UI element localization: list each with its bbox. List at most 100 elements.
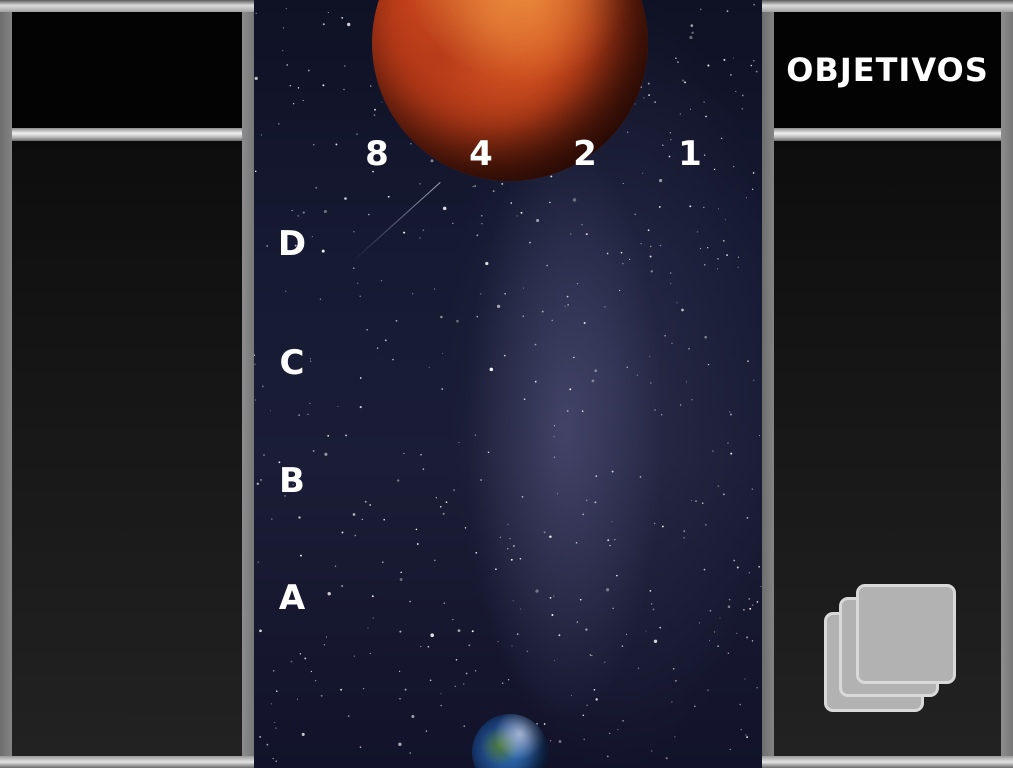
column-label-8: 8 — [365, 134, 389, 174]
star — [716, 268, 719, 270]
star — [400, 571, 402, 574]
star — [553, 456, 556, 458]
card-stack-icon[interactable] — [824, 584, 956, 712]
star — [341, 531, 344, 534]
star — [719, 617, 721, 619]
star — [570, 233, 572, 235]
card-front — [856, 584, 956, 684]
star — [353, 231, 355, 233]
star — [485, 261, 489, 266]
star — [457, 629, 461, 632]
star — [747, 360, 749, 362]
star — [474, 670, 477, 672]
star — [337, 405, 339, 408]
star — [729, 411, 731, 413]
star — [582, 714, 585, 717]
star — [647, 82, 650, 85]
star — [691, 399, 693, 401]
left-panel-body — [12, 141, 242, 756]
star — [320, 694, 323, 697]
star — [507, 523, 509, 525]
star — [573, 356, 575, 359]
star — [595, 475, 598, 477]
star — [430, 633, 434, 637]
star — [707, 363, 710, 366]
star — [612, 607, 614, 610]
star — [373, 114, 376, 117]
objectives-panel-divider — [774, 128, 1001, 141]
star — [704, 336, 707, 339]
star — [622, 182, 624, 185]
star — [634, 103, 636, 105]
star — [387, 195, 390, 198]
space-board[interactable]: 8 4 2 1 D C B A — [254, 0, 762, 768]
star — [543, 723, 546, 725]
star — [671, 701, 673, 703]
star — [722, 493, 725, 496]
star — [616, 574, 618, 577]
star — [702, 502, 704, 504]
star — [260, 479, 262, 481]
star — [354, 534, 357, 537]
star — [626, 366, 628, 369]
star — [576, 621, 579, 623]
star — [650, 382, 652, 384]
star — [522, 287, 525, 289]
star — [736, 566, 739, 569]
star — [571, 694, 573, 697]
star — [549, 739, 552, 742]
star — [512, 600, 514, 602]
star — [495, 568, 497, 571]
left-panel-bottom-edge — [0, 756, 254, 768]
left-panel-top-edge — [0, 0, 254, 12]
star — [652, 608, 655, 611]
star — [345, 434, 348, 437]
star — [292, 103, 295, 105]
star — [727, 652, 729, 654]
star — [261, 385, 264, 388]
star — [371, 595, 374, 598]
star — [397, 479, 400, 482]
star — [676, 302, 678, 304]
row-label-b: B — [279, 461, 305, 501]
star — [443, 602, 446, 604]
star — [440, 693, 442, 695]
star — [290, 660, 293, 663]
star — [476, 234, 479, 237]
star — [501, 182, 504, 185]
star — [679, 404, 682, 406]
star — [452, 222, 454, 224]
star — [549, 535, 552, 538]
star — [572, 198, 577, 202]
star — [741, 94, 744, 97]
star — [629, 258, 631, 260]
star — [622, 263, 624, 265]
star — [497, 641, 499, 643]
star — [751, 604, 754, 606]
star — [298, 516, 301, 519]
star — [649, 355, 651, 357]
star — [726, 10, 729, 12]
star — [659, 626, 662, 629]
star — [409, 600, 411, 603]
star — [257, 561, 259, 563]
star — [433, 288, 436, 290]
star — [420, 646, 422, 648]
star — [594, 369, 597, 372]
star — [368, 213, 370, 216]
star — [283, 27, 285, 29]
star — [507, 679, 510, 681]
star — [297, 215, 300, 217]
star — [376, 347, 379, 349]
star — [266, 743, 269, 746]
star — [564, 306, 566, 308]
star — [699, 8, 702, 11]
star — [664, 334, 666, 337]
star — [399, 578, 403, 581]
star — [707, 247, 709, 249]
star — [737, 256, 740, 258]
star — [651, 750, 653, 752]
star — [492, 190, 495, 193]
star — [464, 527, 467, 529]
star — [751, 488, 754, 490]
